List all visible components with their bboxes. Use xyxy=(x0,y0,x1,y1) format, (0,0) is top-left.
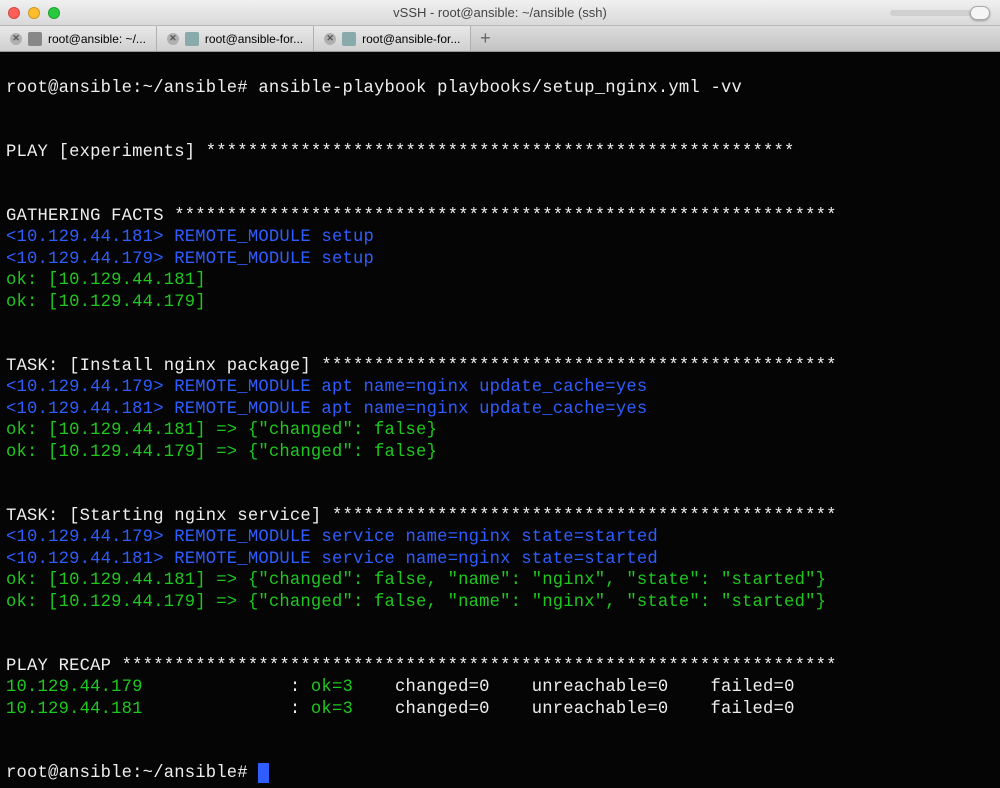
recap-header: PLAY RECAP *****************************… xyxy=(6,657,847,676)
title-slider-track[interactable] xyxy=(890,10,990,16)
gathering-facts-header: GATHERING FACTS ************************… xyxy=(6,207,847,226)
prompt: root@ansible:~/ansible# xyxy=(6,764,258,783)
tab-label: root@ansible-for... xyxy=(205,32,303,46)
terminal-icon xyxy=(185,32,199,46)
remote-module-line: <10.129.44.181> REMOTE_MODULE apt name=n… xyxy=(6,400,647,419)
title-slider-thumb[interactable] xyxy=(970,6,990,20)
command-text: ansible-playbook playbooks/setup_nginx.y… xyxy=(258,79,742,98)
remote-module-line: <10.129.44.181> REMOTE_MODULE setup xyxy=(6,228,374,247)
tab-2[interactable]: ✕ root@ansible-for... xyxy=(157,26,314,51)
ok-line: ok: [10.129.44.181] xyxy=(6,271,206,290)
close-tab-icon[interactable]: ✕ xyxy=(167,33,179,45)
ok-line: ok: [10.129.44.179] => {"changed": false… xyxy=(6,593,826,612)
recap-host: 10.129.44.181 xyxy=(6,700,290,719)
ok-line: ok: [10.129.44.179] xyxy=(6,293,206,312)
minimize-window-button[interactable] xyxy=(28,7,40,19)
tab-3[interactable]: ✕ root@ansible-for... xyxy=(314,26,471,51)
ok-line: ok: [10.129.44.181] => {"changed": false… xyxy=(6,571,826,590)
close-tab-icon[interactable]: ✕ xyxy=(324,33,336,45)
remote-module-line: <10.129.44.179> REMOTE_MODULE apt name=n… xyxy=(6,378,647,397)
remote-module-line: <10.129.44.179> REMOTE_MODULE service na… xyxy=(6,528,658,547)
add-tab-button[interactable]: + xyxy=(471,26,499,51)
terminal-output[interactable]: root@ansible:~/ansible# ansible-playbook… xyxy=(0,52,1000,788)
prompt: root@ansible:~/ansible# xyxy=(6,79,258,98)
tab-bar: ✕ root@ansible: ~/... ✕ root@ansible-for… xyxy=(0,26,1000,52)
close-window-button[interactable] xyxy=(8,7,20,19)
play-header: PLAY [experiments] *********************… xyxy=(6,143,805,162)
recap-stats: changed=0 unreachable=0 failed=0 xyxy=(385,678,827,697)
recap-ok: ok=3 xyxy=(311,678,385,697)
recap-ok: ok=3 xyxy=(311,700,385,719)
close-tab-icon[interactable]: ✕ xyxy=(10,33,22,45)
recap-stats: changed=0 unreachable=0 failed=0 xyxy=(385,700,827,719)
remote-module-line: <10.129.44.181> REMOTE_MODULE service na… xyxy=(6,550,658,569)
ok-line: ok: [10.129.44.179] => {"changed": false… xyxy=(6,443,437,462)
tab-label: root@ansible: ~/... xyxy=(48,32,146,46)
task-header: TASK: [Install nginx package] **********… xyxy=(6,357,847,376)
tab-label: root@ansible-for... xyxy=(362,32,460,46)
terminal-icon xyxy=(28,32,42,46)
window-title: vSSH - root@ansible: ~/ansible (ssh) xyxy=(393,5,607,20)
ok-line: ok: [10.129.44.181] => {"changed": false… xyxy=(6,421,437,440)
cursor xyxy=(258,763,269,783)
remote-module-line: <10.129.44.179> REMOTE_MODULE setup xyxy=(6,250,374,269)
zoom-window-button[interactable] xyxy=(48,7,60,19)
tab-1[interactable]: ✕ root@ansible: ~/... xyxy=(0,26,157,51)
title-bar: vSSH - root@ansible: ~/ansible (ssh) xyxy=(0,0,1000,26)
terminal-icon xyxy=(342,32,356,46)
recap-host: 10.129.44.179 xyxy=(6,678,290,697)
task-header: TASK: [Starting nginx service] *********… xyxy=(6,507,847,526)
traffic-lights xyxy=(8,7,60,19)
